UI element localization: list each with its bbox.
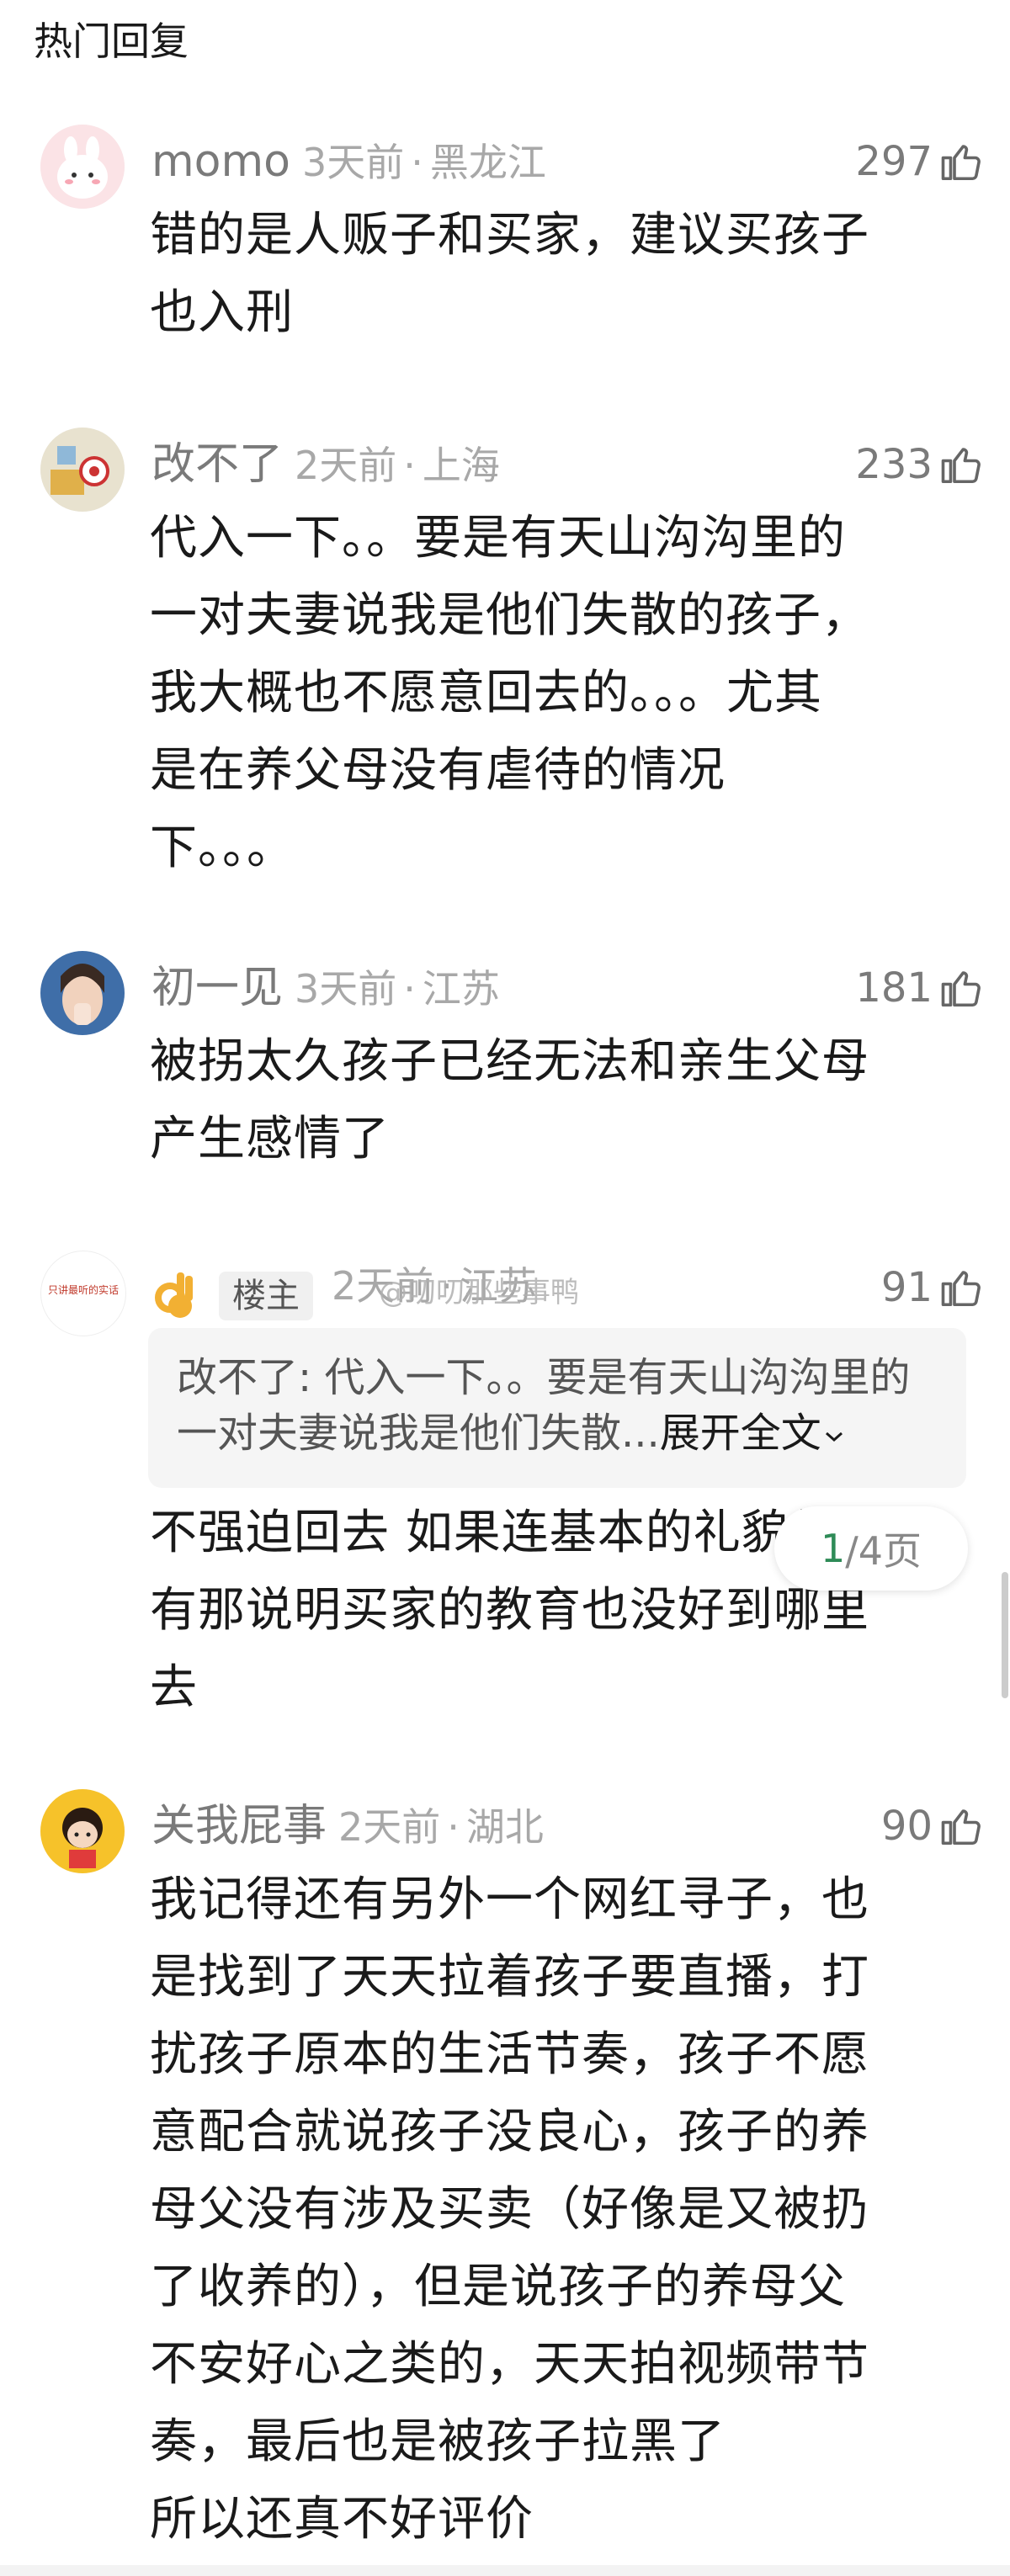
like-count: 90 xyxy=(880,1803,933,1850)
bottom-bar xyxy=(0,2565,1010,2576)
location: 黑龙江 xyxy=(429,140,546,185)
like-button[interactable]: 181 xyxy=(855,958,985,1018)
avatar[interactable]: 只讲最听的实话 xyxy=(40,1251,126,1336)
location: 湖北 xyxy=(465,1804,544,1850)
like-count: 297 xyxy=(855,138,933,185)
like-button[interactable]: 91 xyxy=(881,1257,985,1318)
comment-text: 被拐太久孩子已经无法和亲生父母 产生感情了 xyxy=(150,1034,869,1166)
cartoon-scene-icon xyxy=(40,428,125,512)
username[interactable]: 初一见 xyxy=(152,963,283,1013)
comment-header: momo 3天前 · 黑龙江 xyxy=(152,131,546,192)
avatar-logo-text: 只讲最听的实话 xyxy=(47,1284,119,1296)
time: 2天前 xyxy=(338,1804,441,1850)
location: 上海 xyxy=(422,443,500,488)
dot-separator: · xyxy=(447,1804,460,1850)
comment-text: 代入一下。。要是有天山沟沟里的 一对夫妻说我是他们失散的孩子， 我大概也不愿意回… xyxy=(150,511,869,875)
like-count: 91 xyxy=(880,1264,933,1311)
like-count: 181 xyxy=(855,964,933,1012)
dot-separator: · xyxy=(403,966,416,1012)
time: 2天前 xyxy=(295,443,397,488)
like-button[interactable]: 90 xyxy=(881,1796,985,1856)
comment-text: 错的是人贩子和买家，建议买孩子 也入刑 xyxy=(150,208,869,340)
dot-separator: · xyxy=(403,443,416,488)
username[interactable]: 关我屁事 xyxy=(152,1801,327,1851)
comment-header: 关我屁事 2天前 · 湖北 xyxy=(152,1796,544,1856)
thumb-up-icon xyxy=(941,971,981,1007)
watermark: @叨叨那些事鸭 xyxy=(379,1276,579,1309)
page-total: /4页 xyxy=(845,1528,922,1574)
ok-hand-icon[interactable] xyxy=(152,1267,199,1325)
quote-content: 改不了: 代入一下。。要是有天山沟沟里的一对夫妻说我是他们失散...展开全文 xyxy=(177,1354,911,1457)
username[interactable]: momo xyxy=(152,136,290,187)
location: 江苏 xyxy=(422,966,500,1012)
avatar[interactable] xyxy=(40,1789,125,1873)
avatar[interactable] xyxy=(40,428,125,512)
chevron-down-icon[interactable] xyxy=(821,1426,847,1447)
cartoon-girl-icon xyxy=(40,1789,125,1873)
expand-link[interactable]: 展开全文 xyxy=(660,1410,821,1457)
comment-header: 初一见 3天前 · 江苏 xyxy=(152,958,500,1018)
op-badge: 楼主 xyxy=(219,1271,313,1320)
thumb-up-icon xyxy=(941,448,981,484)
like-count: 233 xyxy=(855,441,933,488)
woman-photo-icon xyxy=(40,951,125,1035)
comment-text: 我记得还有另外一个网红寻子，也 是找到了天天拉着孩子要直播，打 扰孩子原本的生活… xyxy=(150,1872,869,2547)
page-current: 1 xyxy=(820,1526,846,1571)
avatar[interactable] xyxy=(40,951,125,1035)
time: 3天前 xyxy=(301,140,405,185)
thumb-up-icon xyxy=(941,1809,981,1846)
like-button[interactable]: 297 xyxy=(855,131,985,192)
username[interactable]: 改不了 xyxy=(152,439,283,490)
like-button[interactable]: 233 xyxy=(855,434,985,495)
scrollbar[interactable] xyxy=(1002,1572,1008,1698)
page-indicator[interactable]: 1/4页 xyxy=(774,1506,968,1591)
time: 3天前 xyxy=(295,966,397,1012)
pink-bunny-icon xyxy=(40,125,125,209)
comment-header: 改不了 2天前 · 上海 xyxy=(152,434,500,495)
section-title: 热门回复 xyxy=(34,19,189,64)
thumb-up-icon xyxy=(941,145,981,181)
avatar[interactable] xyxy=(40,125,125,209)
quote-author: 改不了 xyxy=(177,1354,299,1401)
dot-separator: · xyxy=(411,140,423,185)
thumb-up-icon xyxy=(941,1271,981,1307)
quoted-comment[interactable]: 改不了: 代入一下。。要是有天山沟沟里的一对夫妻说我是他们失散...展开全文 xyxy=(148,1328,966,1488)
